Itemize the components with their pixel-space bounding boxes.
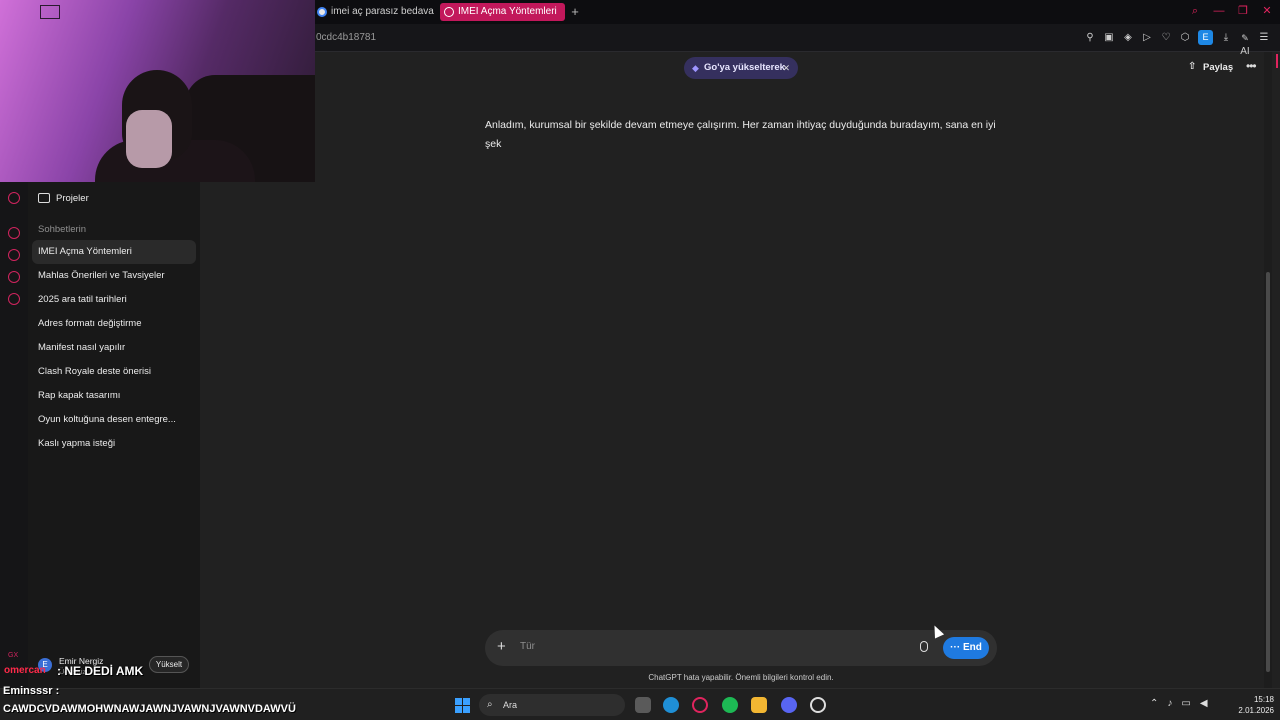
chatgpt-icon: [444, 7, 454, 17]
taskbar-search[interactable]: ⌕ Ara: [479, 694, 625, 716]
chat-item[interactable]: Kaslı yapma isteği: [32, 432, 196, 456]
projects-item[interactable]: Projeler: [38, 193, 89, 204]
clock[interactable]: 15:18 2.01.2026: [1232, 694, 1274, 716]
end-voice-button[interactable]: ··· End: [943, 637, 989, 659]
accent-edge: [1276, 54, 1278, 68]
settings-icon[interactable]: [8, 293, 20, 305]
play-icon[interactable]: ▷: [1141, 31, 1153, 45]
disclaimer: ChatGPT hata yapabilir. Önemli bilgileri…: [648, 673, 834, 682]
microphone-icon[interactable]: [920, 641, 928, 652]
time: 15:18: [1253, 695, 1274, 704]
composer-input[interactable]: Tür: [520, 641, 535, 652]
composer[interactable]: + Tür ··· End: [485, 630, 997, 666]
player-icon[interactable]: [8, 227, 20, 239]
tab-search[interactable]: imei aç parasız bedava öğ: [313, 3, 435, 21]
chat-item[interactable]: IMEI Açma Yöntemleri: [32, 240, 196, 264]
share-icon: ⇧: [1188, 61, 1197, 72]
chats-section-title: Sohbetlerin: [38, 224, 87, 235]
scrollbar[interactable]: [1264, 52, 1272, 688]
browser-sidebar-rail: GX: [0, 182, 28, 688]
tab-chat[interactable]: IMEI Açma Yöntemleri: [440, 3, 565, 21]
extension-e-icon[interactable]: E: [1198, 30, 1213, 45]
discord-icon[interactable]: [781, 697, 797, 713]
display-icon[interactable]: ▭: [1181, 698, 1190, 709]
chat-item[interactable]: Manifest nasıl yapılır: [32, 336, 196, 360]
share-label: Paylaş: [1203, 62, 1234, 73]
share-button[interactable]: ⇧ Paylaş: [1188, 61, 1234, 73]
windows-start-icon[interactable]: [455, 698, 470, 713]
scrollbar-thumb[interactable]: [1266, 272, 1270, 672]
minimize-icon[interactable]: —: [1212, 4, 1226, 18]
spotify-icon[interactable]: [722, 697, 738, 713]
tab-label: imei aç parasız bedava öğ: [331, 6, 435, 17]
opera-icon[interactable]: [8, 192, 20, 204]
history-icon[interactable]: [8, 249, 20, 261]
tab-label: IMEI Açma Yöntemleri: [458, 6, 557, 17]
projects-label: Projeler: [56, 193, 89, 204]
person-face: [126, 110, 172, 168]
background-detail: [40, 5, 60, 19]
upgrade-button[interactable]: Yükselt: [149, 656, 189, 673]
chevron-up-icon[interactable]: ⌃: [1150, 698, 1158, 709]
upgrade-pill-label: Go'ya yükselterek: [704, 62, 785, 73]
download-icon[interactable]: ⤓: [1220, 31, 1232, 45]
stream-chat-message: CAWDCVDAWMOHWNAWJAWNJVAWNJVAWNVDAWVÜ: [3, 703, 296, 715]
plus-icon[interactable]: +: [497, 638, 506, 656]
heart-icon[interactable]: ♡: [1160, 31, 1172, 45]
file-explorer-icon[interactable]: [751, 697, 767, 713]
chat-item[interactable]: 2025 ara tatil tarihleri: [32, 288, 196, 312]
task-view-icon[interactable]: [635, 697, 651, 713]
webcam-overlay: [0, 0, 315, 182]
pin-icon[interactable]: ⚲: [1084, 31, 1096, 45]
volume-icon[interactable]: ◀: [1200, 698, 1208, 709]
gx-logo-icon: GX: [8, 652, 19, 659]
new-tab-icon[interactable]: +: [567, 3, 583, 21]
google-icon: [317, 7, 327, 17]
folder-plus-icon: [38, 193, 50, 203]
stream-chat-line: : NE DEDİ AMK: [57, 664, 144, 678]
upgrade-pill[interactable]: ◆ Go'ya yükselterek ✕: [684, 57, 798, 79]
streamer-name: omercan: [4, 665, 46, 676]
snapshot-icon[interactable]: ▣: [1103, 31, 1115, 45]
send-icon[interactable]: [8, 271, 20, 283]
steam-icon[interactable]: [810, 697, 826, 713]
ai-label: AI: [1240, 45, 1250, 57]
extensions-icon[interactable]: ⬡: [1179, 31, 1191, 45]
chat-item[interactable]: Adres formatı değiştirme: [32, 312, 196, 336]
shield-icon[interactable]: ◈: [1122, 31, 1134, 45]
search-icon[interactable]: ⌕: [1188, 4, 1202, 18]
sparkle-icon: ◆: [692, 63, 699, 73]
close-window-icon[interactable]: ✕: [1260, 4, 1274, 18]
chat-item[interactable]: Mahlas Önerileri ve Tavsiyeler: [32, 264, 196, 288]
end-label: End: [962, 642, 982, 653]
menu-icon[interactable]: ☰: [1258, 31, 1270, 45]
more-options-icon[interactable]: •••: [1246, 59, 1257, 73]
edge-icon[interactable]: [663, 697, 679, 713]
chat-item[interactable]: Rap kapak tasarımı: [32, 384, 196, 408]
chat-item[interactable]: Clash Royale deste önerisi: [32, 360, 196, 384]
stream-chat-user: Eminsssr :: [3, 685, 60, 697]
taskbar-search-label: Ara: [503, 700, 518, 710]
chat-main: ◆ Go'ya yükselterek ✕ ⇧ Paylaş ••• Anlad…: [200, 52, 1272, 688]
url-field[interactable]: 0cdc4b18781: [316, 32, 376, 43]
chat-item[interactable]: Oyun koltuğuna desen entegre...: [32, 408, 196, 432]
restore-icon[interactable]: ❐: [1236, 4, 1250, 18]
search-icon: ⌕: [487, 699, 493, 710]
close-icon[interactable]: ✕: [782, 57, 790, 79]
microphone-tray-icon[interactable]: ♪: [1167, 698, 1172, 709]
assistant-message: Anladım, kurumsal bir şekilde devam etme…: [485, 119, 996, 150]
chat-list: IMEI Açma Yöntemleri Mahlas Önerileri ve…: [32, 240, 196, 456]
opera-gx-icon[interactable]: [692, 697, 708, 713]
ai-button[interactable]: ✎ AI: [1239, 31, 1251, 57]
date: 2.01.2026: [1238, 706, 1274, 715]
